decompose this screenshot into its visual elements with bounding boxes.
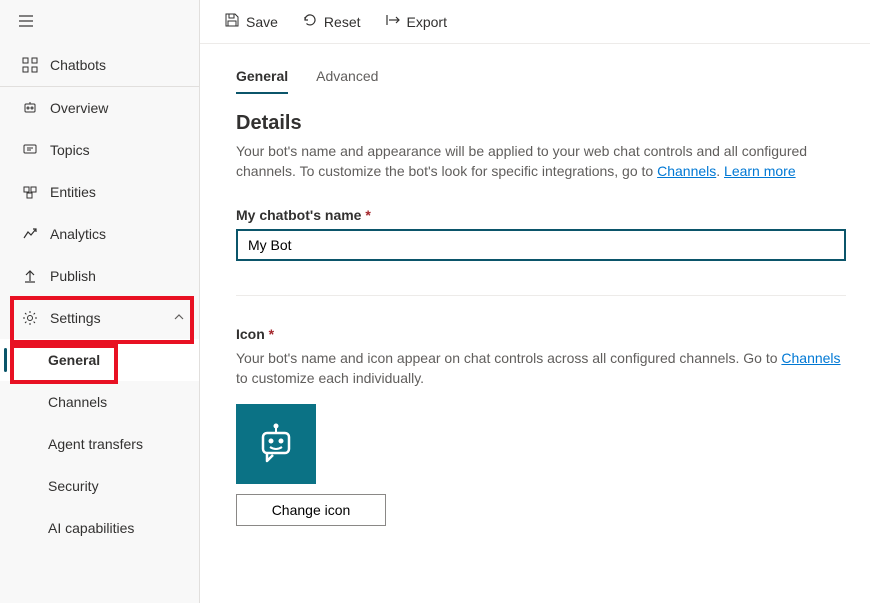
toolbar: Save Reset Export — [200, 0, 870, 44]
sidebar-item-label: Security — [48, 478, 99, 494]
sidebar-item-label: Entities — [50, 184, 96, 200]
sidebar-item-label: Publish — [50, 268, 96, 284]
tabs: General Advanced — [236, 68, 834, 94]
sidebar-item-label: Agent transfers — [48, 436, 143, 452]
bot-icon-preview — [236, 404, 316, 484]
change-icon-button[interactable]: Change icon — [236, 494, 386, 526]
section-divider — [236, 295, 846, 296]
sidebar-item-label: Chatbots — [50, 57, 106, 73]
sidebar-sub-agent-transfers[interactable]: Agent transfers — [0, 423, 199, 465]
icon-help-text: Your bot's name and icon appear on chat … — [236, 348, 846, 388]
chat-icon — [20, 140, 40, 160]
reset-button[interactable]: Reset — [298, 6, 365, 38]
export-button[interactable]: Export — [381, 6, 451, 38]
sidebar-item-label: Channels — [48, 394, 107, 410]
gear-icon — [20, 308, 40, 328]
grid-icon — [20, 55, 40, 75]
sidebar-item-analytics[interactable]: Analytics — [0, 213, 199, 255]
sidebar-item-chatbots[interactable]: Chatbots — [0, 44, 199, 86]
export-icon — [385, 12, 401, 31]
sidebar-item-label: General — [48, 352, 100, 368]
publish-icon — [20, 266, 40, 286]
tab-general[interactable]: General — [236, 68, 288, 94]
reset-icon — [302, 12, 318, 31]
sidebar-item-label: Analytics — [50, 226, 106, 242]
bot-icon — [20, 98, 40, 118]
name-field-label: My chatbot's name * — [236, 207, 834, 223]
icon-field-label: Icon * — [236, 326, 834, 342]
sidebar-item-entities[interactable]: Entities — [0, 171, 199, 213]
sidebar-item-label: Settings — [50, 310, 101, 326]
sidebar-sub-general[interactable]: General — [0, 339, 199, 381]
chatbot-name-input[interactable] — [236, 229, 846, 261]
sidebar-sub-ai-capabilities[interactable]: AI capabilities — [0, 507, 199, 549]
page-title: Details — [236, 112, 834, 135]
sidebar-sub-security[interactable]: Security — [0, 465, 199, 507]
chevron-up-icon — [173, 310, 185, 326]
entities-icon — [20, 182, 40, 202]
save-button[interactable]: Save — [220, 6, 282, 38]
channels-link[interactable]: Channels — [657, 163, 716, 179]
analytics-icon — [20, 224, 40, 244]
channels-link-2[interactable]: Channels — [781, 350, 840, 366]
sidebar-sub-channels[interactable]: Channels — [0, 381, 199, 423]
tab-advanced[interactable]: Advanced — [316, 68, 378, 94]
learn-more-link[interactable]: Learn more — [724, 163, 796, 179]
sidebar-item-settings[interactable]: Settings — [0, 297, 199, 339]
main: Save Reset Export General Advanced Detai… — [200, 0, 870, 603]
sidebar-item-label: AI capabilities — [48, 520, 134, 536]
hamburger-icon[interactable] — [18, 13, 34, 32]
sidebar-item-topics[interactable]: Topics — [0, 129, 199, 171]
sidebar-item-label: Topics — [50, 142, 90, 158]
save-icon — [224, 12, 240, 31]
sidebar-item-publish[interactable]: Publish — [0, 255, 199, 297]
sidebar-item-overview[interactable]: Overview — [0, 87, 199, 129]
sidebar: Chatbots Overview Topics Entities — [0, 0, 200, 603]
sidebar-item-label: Overview — [50, 100, 108, 116]
details-description: Your bot's name and appearance will be a… — [236, 141, 834, 181]
